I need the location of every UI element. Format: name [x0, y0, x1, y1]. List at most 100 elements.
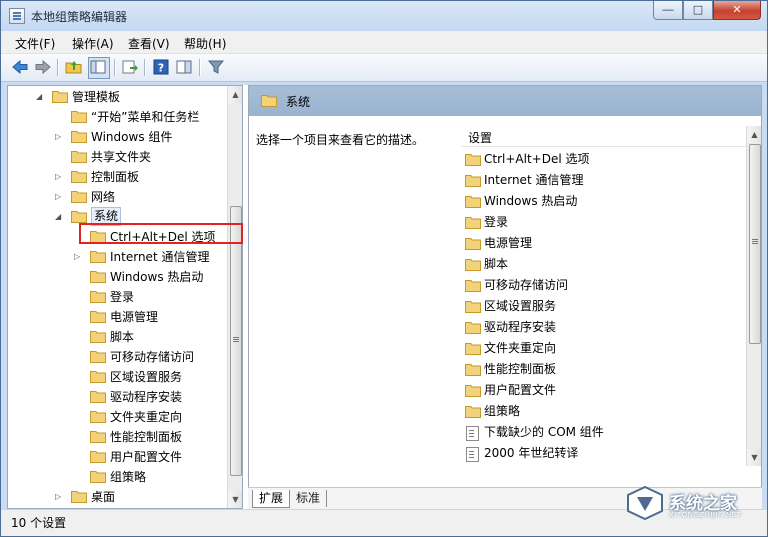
folder-icon — [465, 175, 481, 187]
folder-icon — [90, 331, 106, 343]
show-hide-tree-icon[interactable] — [88, 57, 110, 79]
tree-item[interactable]: 可移动存储访问 — [8, 348, 228, 366]
expand-arrow-icon[interactable]: ▷ — [55, 133, 63, 141]
folder-icon — [465, 343, 481, 355]
expand-arrow-icon[interactable]: ▷ — [55, 493, 63, 501]
tree-item[interactable]: 共享文件夹 — [8, 148, 228, 166]
back-icon[interactable] — [11, 58, 29, 76]
close-icon: ✕ — [732, 3, 742, 16]
watermark-subtext: XITONGZHIJIA.NET — [669, 511, 742, 519]
list-item-label: 组策略 — [484, 404, 521, 418]
tree-item[interactable]: 用户配置文件 — [8, 448, 228, 466]
tree-item[interactable]: Windows 热启动 — [8, 268, 228, 286]
scroll-thumb[interactable] — [230, 206, 242, 476]
folder-icon — [90, 391, 106, 403]
maximize-button[interactable]: □ — [683, 1, 713, 20]
folder-icon — [71, 111, 87, 123]
tree-item[interactable]: 组策略 — [8, 468, 228, 486]
tree-item[interactable]: ▷ 控制面板 — [8, 168, 228, 186]
collapse-arrow-icon[interactable]: ◢ — [36, 93, 44, 101]
help-icon[interactable]: ? — [152, 58, 170, 76]
list-item-label: 性能控制面板 — [484, 362, 557, 376]
folder-icon — [90, 411, 106, 423]
expand-arrow-icon[interactable]: ▷ — [55, 193, 63, 201]
tab-extended[interactable]: 扩展 — [252, 490, 291, 508]
tree-item-label: 控制面板 — [91, 170, 140, 184]
tree-item[interactable]: 脚本 — [8, 328, 228, 346]
tree-vscrollbar[interactable]: ▲ ▼ — [227, 86, 242, 508]
toolbar-separator — [144, 59, 145, 76]
tree-item[interactable]: 登录 — [8, 288, 228, 306]
gpedit-window: 本地组策略编辑器 ― □ ✕ 文件(F) 操作(A) 查看(V) 帮助(H) ?… — [0, 0, 768, 537]
toolbar-separator — [114, 59, 115, 76]
expand-arrow-icon[interactable]: ▷ — [55, 173, 63, 181]
folder-icon — [90, 291, 106, 303]
list-item-label: Windows 热启动 — [484, 194, 578, 208]
tree-item-label: 脚本 — [110, 330, 135, 344]
tree-item[interactable]: 文件夹重定向 — [8, 408, 228, 426]
red-highlight-box — [79, 223, 243, 244]
menu-file[interactable]: 文件(F) — [15, 35, 55, 52]
folder-icon — [465, 364, 481, 376]
scroll-up-icon[interactable]: ▲ — [228, 86, 242, 103]
folder-icon — [465, 385, 481, 397]
tree-item[interactable]: ▷ 桌面 — [8, 488, 228, 506]
tree-item[interactable]: 驱动程序安装 — [8, 388, 228, 406]
up-folder-icon[interactable] — [65, 58, 83, 76]
tree-item[interactable]: ▷ Windows 组件 — [8, 128, 228, 146]
policy-setting-icon — [466, 447, 479, 462]
tree-item[interactable]: “开始”菜单和任务栏 — [8, 108, 228, 126]
list-item-label: 文件夹重定向 — [484, 341, 557, 355]
export-list-icon[interactable] — [121, 58, 139, 76]
column-header-label: 设置 — [468, 131, 493, 145]
scroll-up-icon[interactable]: ▲ — [747, 126, 761, 143]
folder-icon — [465, 238, 481, 250]
properties-pane-icon[interactable] — [175, 58, 193, 76]
folder-icon — [261, 95, 277, 107]
tree-item-label: 桌面 — [91, 490, 116, 504]
details-vscrollbar[interactable]: ▲ ▼ — [746, 126, 761, 466]
column-header-setting[interactable]: 设置 — [461, 126, 747, 147]
close-button[interactable]: ✕ — [713, 1, 761, 20]
description-text: 选择一个项目来查看它的描述。 — [256, 133, 425, 147]
tab-standard[interactable]: 标准 — [290, 490, 328, 507]
forward-icon[interactable] — [34, 58, 52, 76]
details-header: 系统 — [249, 86, 761, 116]
tree-item-label: 驱动程序安装 — [110, 390, 183, 404]
menu-action[interactable]: 操作(A) — [72, 35, 114, 52]
tree-item-label: “开始”菜单和任务栏 — [91, 110, 200, 124]
minimize-icon: ― — [662, 3, 674, 16]
tree-item[interactable]: 电源管理 — [8, 308, 228, 326]
tree-item[interactable]: ◢ 管理模板 — [8, 88, 228, 106]
scroll-down-icon[interactable]: ▼ — [747, 449, 761, 466]
menu-help[interactable]: 帮助(H) — [184, 35, 226, 52]
scroll-down-icon[interactable]: ▼ — [228, 491, 242, 508]
scroll-thumb[interactable] — [749, 144, 761, 344]
tree-item-label: 性能控制面板 — [110, 430, 183, 444]
expand-arrow-icon[interactable]: ▷ — [74, 253, 82, 261]
folder-icon — [52, 91, 68, 103]
tree-item[interactable]: 区域设置服务 — [8, 368, 228, 386]
title-bar[interactable]: 本地组策略编辑器 ― □ ✕ — [1, 1, 767, 31]
tree-item-label: 电源管理 — [110, 310, 159, 324]
svg-text:?: ? — [158, 62, 164, 75]
filter-icon[interactable] — [207, 58, 225, 76]
list-item-label: 区域设置服务 — [484, 299, 557, 313]
collapse-arrow-icon[interactable]: ◢ — [55, 213, 63, 221]
menu-view[interactable]: 查看(V) — [128, 35, 170, 52]
tree-item-label: 管理模板 — [72, 90, 121, 104]
list-item-label: Internet 通信管理 — [484, 173, 584, 187]
list-item-label: 脚本 — [484, 257, 509, 271]
tree-item-label: 登录 — [110, 290, 135, 304]
tree-item[interactable]: ▷ Internet 通信管理 — [8, 248, 228, 266]
folder-icon — [90, 431, 106, 443]
tree-item[interactable]: 性能控制面板 — [8, 428, 228, 446]
tree-item[interactable]: ▷ 网络 — [8, 188, 228, 206]
menu-bar: 文件(F) 操作(A) 查看(V) 帮助(H) — [1, 31, 767, 54]
list-item-label: 2000 年世纪转译 — [484, 446, 579, 460]
content-area: ◢ 管理模板 “开始”菜单和任务栏 ▷ Windows 组件 共享文件夹 ▷ 控制面板 ▷ 网络 ◢… — [7, 85, 762, 510]
folder-icon — [465, 280, 481, 292]
minimize-button[interactable]: ― — [653, 1, 683, 20]
policy-setting-icon — [466, 426, 479, 441]
folder-icon — [465, 301, 481, 313]
